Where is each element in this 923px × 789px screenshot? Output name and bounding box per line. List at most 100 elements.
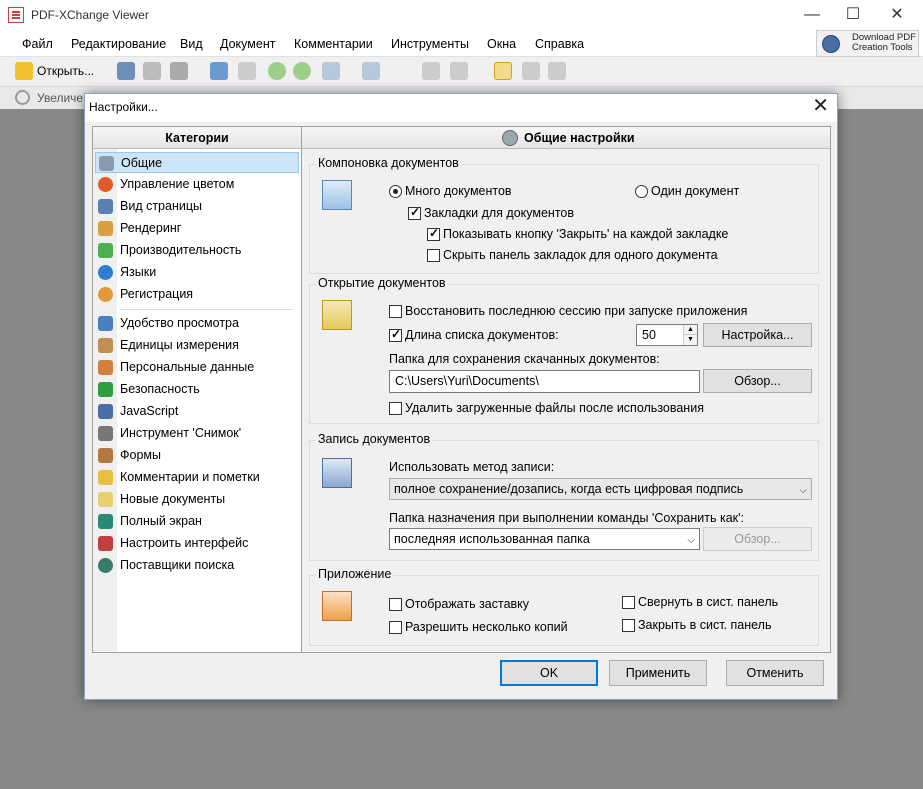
delete-downloaded-label[interactable]: Удалить загруженные файлы после использо… [405, 401, 704, 415]
category-measurement-units[interactable]: Единицы измерения [95, 335, 299, 356]
category-personal-data[interactable]: Персональные данные [95, 357, 299, 378]
cancel-button[interactable]: Отменить [726, 660, 824, 686]
category-security[interactable]: Безопасность [95, 379, 299, 400]
comment-icon [98, 470, 113, 485]
category-separator [119, 309, 293, 310]
category-customize-ui[interactable]: Настроить интерфейс [95, 533, 299, 554]
checkbox-close-tray[interactable] [622, 619, 635, 632]
allow-multi-label[interactable]: Разрешить несколько копий [405, 620, 568, 634]
dialog-close-icon[interactable]: ✕ [812, 95, 829, 117]
menu-windows[interactable]: Окна [487, 37, 516, 51]
list-settings-button[interactable]: Настройка... [703, 323, 812, 347]
checkbox-list-length[interactable] [389, 327, 402, 342]
saveas-folder-select[interactable]: последняя использованная папка ⌵ [389, 528, 700, 550]
minimize-tray-label[interactable]: Свернуть в сист. панель [638, 595, 778, 609]
users-icon [98, 287, 113, 302]
category-forms[interactable]: Формы [95, 445, 299, 466]
paste-icon[interactable] [450, 62, 468, 80]
scan-icon[interactable] [210, 62, 228, 80]
hand-tool-icon[interactable] [494, 62, 512, 80]
menu-tools[interactable]: Инструменты [391, 37, 469, 51]
category-viewing-comfort[interactable]: Удобство просмотра [95, 313, 299, 334]
checkbox-restore-session[interactable] [389, 305, 402, 318]
category-snapshot-tool[interactable]: Инструмент 'Снимок' [95, 423, 299, 444]
apply-button[interactable]: Применить [609, 660, 707, 686]
category-color-management[interactable]: Управление цветом [95, 174, 299, 195]
checkbox-allow-multi[interactable] [389, 621, 402, 634]
multi-docs-label[interactable]: Много документов [405, 184, 512, 198]
saveas-folder-value: последняя использованная папка [394, 532, 590, 546]
app-logo-icon [8, 7, 24, 23]
hide-tabbar-label[interactable]: Скрыть панель закладок для одного докуме… [443, 248, 718, 262]
download-browse-button[interactable]: Обзор... [703, 369, 812, 393]
undo-icon[interactable] [322, 62, 340, 80]
zoom-icon[interactable] [15, 90, 30, 105]
list-length-label[interactable]: Длина списка документов: [405, 328, 559, 342]
categories-panel: Категории Общие Управление цветом Вид ст… [92, 126, 302, 653]
category-languages[interactable]: Языки [95, 262, 299, 283]
checkbox-show-splash[interactable] [389, 598, 402, 611]
maximize-icon[interactable]: ☐ [833, 4, 873, 26]
snapshot-icon[interactable] [548, 62, 566, 80]
group-application-title: Приложение [316, 567, 394, 581]
category-page-view[interactable]: Вид страницы [95, 196, 299, 217]
category-full-screen[interactable]: Полный экран [95, 511, 299, 532]
application-icon [322, 591, 352, 621]
menu-comments[interactable]: Комментарии [294, 37, 373, 51]
open-button-label[interactable]: Открыть... [37, 64, 94, 78]
ruler-icon [98, 338, 113, 353]
category-registration[interactable]: Регистрация [95, 284, 299, 305]
minimize-icon[interactable]: — [792, 4, 832, 26]
group-opening-title: Открытие документов [316, 276, 448, 290]
back-icon[interactable] [268, 62, 286, 80]
show-close-label[interactable]: Показывать кнопку 'Закрыть' на каждой за… [443, 227, 728, 241]
select-text-icon[interactable] [522, 62, 540, 80]
menu-document[interactable]: Документ [220, 37, 275, 51]
menu-edit[interactable]: Редактирование [71, 37, 166, 51]
checkbox-delete-downloaded[interactable] [389, 402, 402, 415]
menu-view[interactable]: Вид [180, 37, 203, 51]
open-folder-icon[interactable] [15, 62, 33, 80]
download-folder-input[interactable]: C:\Users\Yuri\Documents\ [389, 370, 700, 393]
menu-file[interactable]: Файл [22, 37, 53, 51]
ok-button[interactable]: OK [500, 660, 598, 686]
close-icon[interactable]: ✕ [877, 4, 917, 26]
category-performance[interactable]: Производительность [95, 240, 299, 261]
category-comments[interactable]: Комментарии и пометки [95, 467, 299, 488]
ocr-icon[interactable] [238, 62, 256, 80]
category-rendering[interactable]: Рендеринг [95, 218, 299, 239]
close-tray-label[interactable]: Закрыть в сист. панель [638, 618, 771, 632]
menu-help[interactable]: Справка [535, 37, 584, 51]
save-icon[interactable] [117, 62, 135, 80]
zoom-label[interactable]: Увеличе [37, 91, 83, 105]
print-icon[interactable] [143, 62, 161, 80]
list-length-stepper[interactable]: 50 ▲ ▼ [636, 324, 698, 346]
forward-icon[interactable] [293, 62, 311, 80]
category-search-providers[interactable]: Поставщики поиска [95, 555, 299, 576]
stepper-down-icon[interactable]: ▼ [683, 335, 697, 345]
doc-tabs-label[interactable]: Закладки для документов [424, 206, 574, 220]
checkbox-show-close[interactable] [427, 226, 440, 241]
checkbox-doc-tabs[interactable] [408, 205, 421, 220]
category-new-documents[interactable]: Новые документы [95, 489, 299, 510]
stepper-up-icon[interactable]: ▲ [683, 325, 697, 335]
saveas-browse-button[interactable]: Обзор... [703, 527, 812, 551]
checkbox-hide-tabbar[interactable] [427, 249, 440, 262]
checkbox-minimize-tray[interactable] [622, 596, 635, 609]
save-method-select[interactable]: полное сохранение/дозапись, когда есть ц… [389, 478, 812, 500]
gears-icon [502, 130, 518, 146]
copy-icon[interactable] [422, 62, 440, 80]
radio-single-doc[interactable] [635, 185, 648, 198]
redo-icon[interactable] [362, 62, 380, 80]
single-doc-label[interactable]: Один документ [651, 184, 739, 198]
email-icon[interactable] [170, 62, 188, 80]
show-splash-label[interactable]: Отображать заставку [405, 597, 529, 611]
download-icon [822, 35, 840, 53]
category-general[interactable]: Общие [95, 152, 299, 173]
settings-panel: Общие настройки Компоновка документов Мн… [302, 126, 831, 653]
category-javascript[interactable]: JavaScript [95, 401, 299, 422]
restore-session-label[interactable]: Восстановить последнюю сессию при запуск… [405, 304, 747, 318]
new-document-icon [98, 492, 113, 507]
form-icon [98, 448, 113, 463]
radio-multi-docs[interactable] [389, 185, 402, 198]
